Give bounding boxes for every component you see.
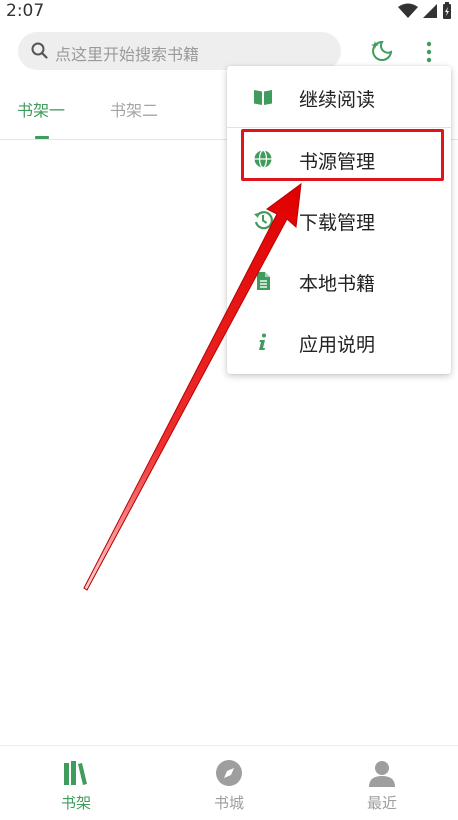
status-bar: 2:07 [0, 0, 458, 24]
menu-item-continue-reading[interactable]: 继续阅读 [227, 66, 451, 127]
battery-icon [443, 2, 451, 19]
document-icon [257, 272, 270, 290]
menu-item-label: 下载管理 [299, 212, 376, 234]
tab-bookshelf-2[interactable]: 书架二 [110, 97, 158, 121]
menu-item-label: 应用说明 [299, 334, 376, 356]
wifi-icon [398, 3, 418, 18]
status-time: 2:07 [6, 1, 45, 21]
bottom-navigation: 书架 书城 最近 [0, 745, 458, 820]
compass-icon [216, 760, 242, 786]
nav-recent[interactable]: 最近 [306, 746, 458, 820]
nav-bookshelf[interactable]: 书架 [0, 746, 152, 820]
night-mode-icon[interactable] [368, 38, 394, 64]
app-screen: 2:07 点这里开始搜索书籍 书架一 书架二 继续阅读 书源管理 下载管理 本地… [0, 0, 458, 820]
info-icon [259, 333, 266, 350]
nav-label: 最近 [366, 794, 397, 812]
nav-label: 书架 [60, 794, 91, 812]
menu-item-local-books[interactable]: 本地书籍 [227, 250, 451, 311]
annotation-highlight-box [241, 129, 444, 181]
menu-item-label: 继续阅读 [299, 89, 376, 111]
person-icon [369, 761, 395, 787]
menu-item-download[interactable]: 下载管理 [227, 189, 451, 250]
history-icon [254, 211, 273, 230]
search-icon [31, 42, 48, 59]
nav-bookstore[interactable]: 书城 [153, 746, 305, 820]
more-options-icon[interactable] [423, 40, 435, 64]
nav-label: 书城 [213, 794, 244, 812]
signal-icon [423, 4, 437, 18]
search-input[interactable]: 点这里开始搜索书籍 [18, 32, 341, 70]
bookshelf-icon [64, 761, 87, 785]
book-open-icon [254, 90, 272, 105]
search-placeholder: 点这里开始搜索书籍 [55, 45, 200, 64]
status-icons [398, 2, 452, 20]
tab-bookshelf-1[interactable]: 书架一 [17, 97, 65, 121]
overflow-menu: 继续阅读 书源管理 下载管理 本地书籍 应用说明 [227, 66, 451, 374]
menu-item-app-info[interactable]: 应用说明 [227, 311, 451, 372]
menu-item-label: 本地书籍 [299, 273, 376, 295]
